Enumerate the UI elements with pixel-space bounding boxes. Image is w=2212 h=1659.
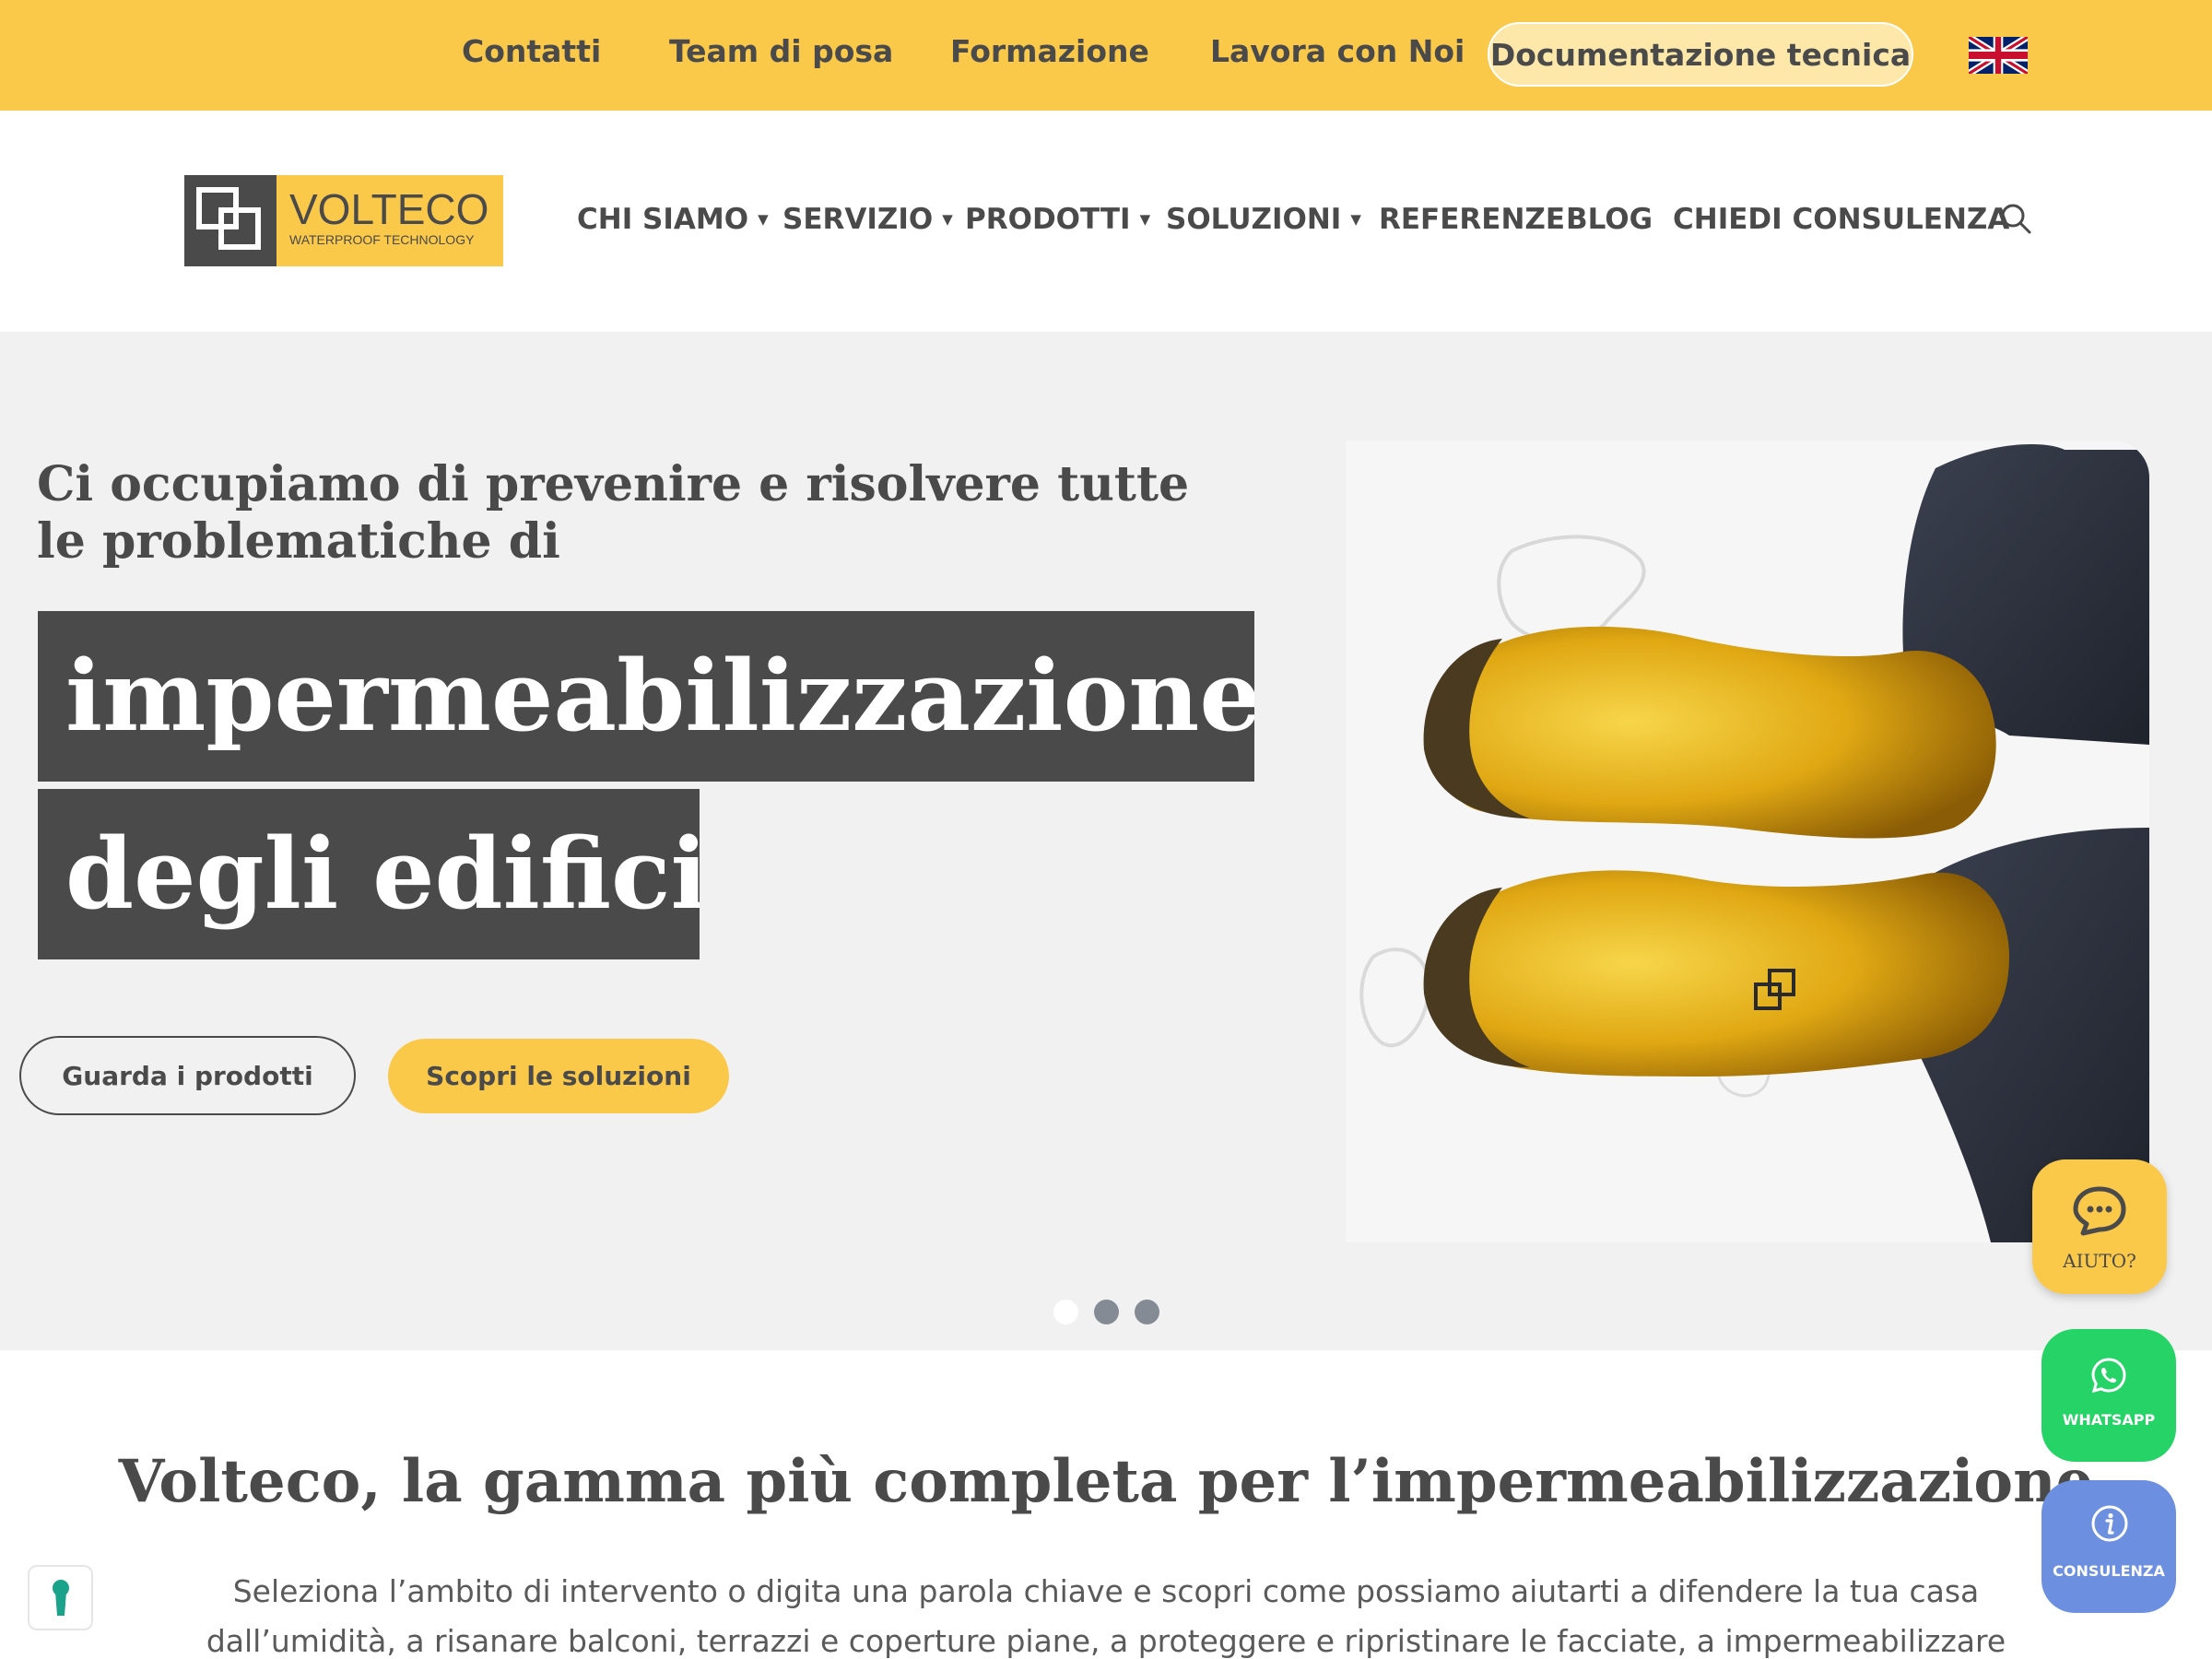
info-icon <box>2091 1505 2128 1542</box>
nav-servizio[interactable]: SERVIZIO ▼ <box>782 203 953 236</box>
whatsapp-label: WHATSAPP <box>2062 1411 2156 1429</box>
hero-boots-image <box>1346 441 2149 1242</box>
nav-chiedi-consulenza[interactable]: CHIEDI CONSULENZA <box>1673 203 2009 236</box>
guarda-prodotti-button[interactable]: Guarda i prodotti <box>19 1036 356 1115</box>
caret-down-icon: ▼ <box>1350 211 1361 228</box>
hero-highlight-line-2: degli edifici <box>38 789 700 959</box>
caret-down-icon: ▼ <box>942 211 953 228</box>
logo-name: VOLTECO <box>289 185 489 233</box>
chat-bubble-icon <box>2073 1186 2126 1236</box>
consulenza-button[interactable]: CONSULENZA <box>2041 1480 2176 1613</box>
caret-down-icon: ▼ <box>758 211 769 228</box>
slider-dot-1[interactable] <box>1053 1300 1078 1324</box>
section-title: Volteco, la gamma più completa per l’imp… <box>118 1447 2094 1516</box>
whatsapp-button[interactable]: WHATSAPP <box>2041 1329 2176 1462</box>
documentazione-tecnica-button[interactable]: Documentazione tecnica <box>1488 22 1913 87</box>
slider-dot-2[interactable] <box>1094 1300 1119 1324</box>
topbar-link-contatti[interactable]: Contatti <box>462 33 601 69</box>
nav-blog[interactable]: BLOG <box>1566 203 1653 236</box>
search-icon[interactable] <box>1998 201 2035 238</box>
volteco-logo[interactable]: VOLTECO WATERPROOF TECHNOLOGY <box>184 175 503 266</box>
nav-soluzioni[interactable]: SOLUZIONI ▼ <box>1166 203 1361 236</box>
help-chat-button[interactable]: AIUTO? <box>2032 1159 2167 1294</box>
nav-referenze[interactable]: REFERENZE <box>1379 203 1565 236</box>
slider-dot-3[interactable] <box>1135 1300 1159 1324</box>
scopri-soluzioni-button[interactable]: Scopri le soluzioni <box>388 1039 729 1113</box>
logo-mark-icon <box>184 175 276 266</box>
keyhole-icon <box>53 1580 69 1616</box>
caret-down-icon: ▼ <box>1139 211 1151 228</box>
cookie-settings-button[interactable] <box>28 1565 93 1630</box>
consulenza-label: CONSULENZA <box>2053 1562 2165 1580</box>
hero-subtitle: Ci occupiamo di prevenire e risolvere tu… <box>37 456 1190 570</box>
whatsapp-icon <box>2091 1358 2126 1394</box>
hero-highlight-line-1: impermeabilizzazione <box>38 611 1254 782</box>
help-label: AIUTO? <box>2063 1250 2136 1272</box>
logo-tagline: WATERPROOF TECHNOLOGY <box>289 232 475 247</box>
section-intro-text: Seleziona l’ambito di intervento o digit… <box>206 1573 2006 1659</box>
uk-flag-icon[interactable] <box>1969 37 2028 74</box>
nav-prodotti[interactable]: PRODOTTI ▼ <box>965 203 1150 236</box>
nav-chi-siamo[interactable]: CHI SIAMO ▼ <box>577 203 769 236</box>
top-bar: Contatti Team di posa Formazione Lavora … <box>0 0 2212 111</box>
topbar-link-team-di-posa[interactable]: Team di posa <box>669 33 893 69</box>
topbar-link-lavora-con-noi[interactable]: Lavora con Noi <box>1210 33 1465 69</box>
topbar-link-formazione[interactable]: Formazione <box>950 33 1149 69</box>
